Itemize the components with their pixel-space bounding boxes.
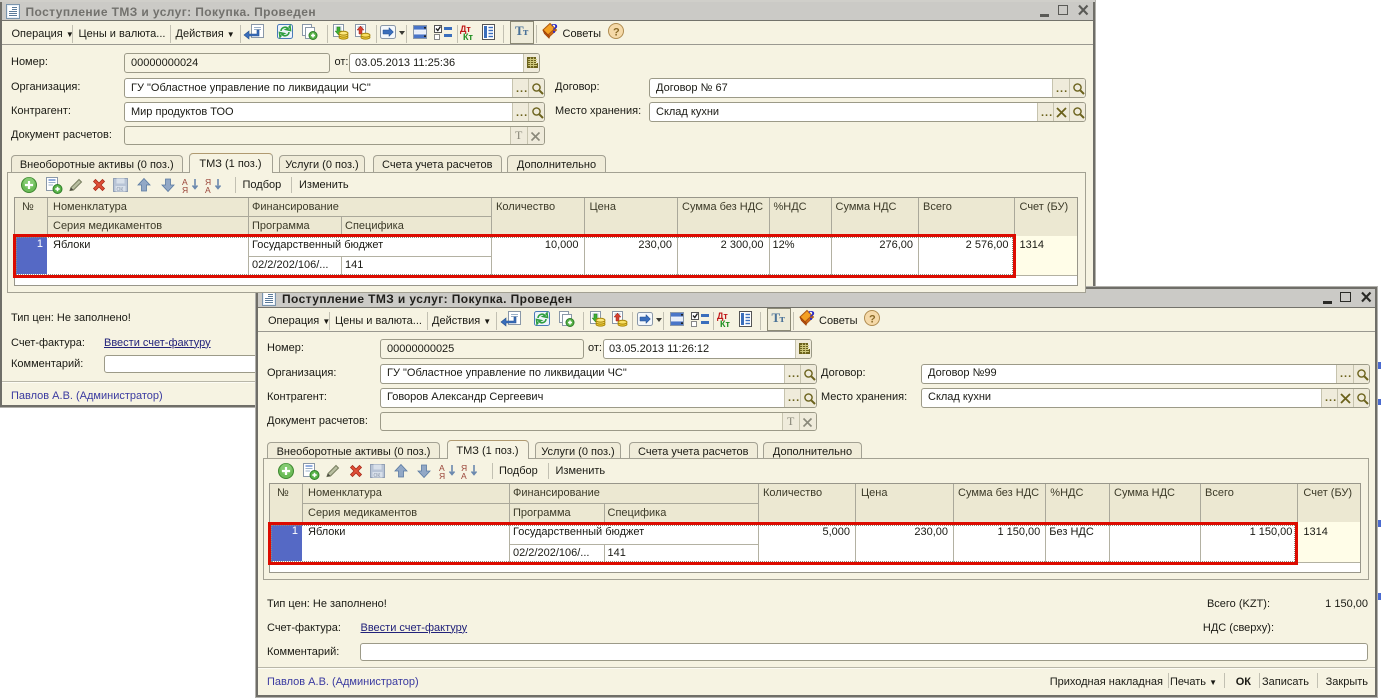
svg-text:ОК: ОК <box>373 473 380 479</box>
svg-text:А: А <box>205 185 211 194</box>
svg-text:?: ? <box>551 22 558 37</box>
svg-text:А: А <box>461 471 467 480</box>
svg-text:Кт: Кт <box>463 32 473 40</box>
svg-text:Кт: Кт <box>720 319 730 327</box>
svg-text:?: ? <box>613 27 620 39</box>
svg-text:Я: Я <box>182 185 188 194</box>
svg-text:?: ? <box>808 309 815 324</box>
svg-text:?: ? <box>869 314 876 326</box>
svg-text:ОК: ОК <box>117 187 124 193</box>
svg-text:Я: Я <box>439 471 445 480</box>
